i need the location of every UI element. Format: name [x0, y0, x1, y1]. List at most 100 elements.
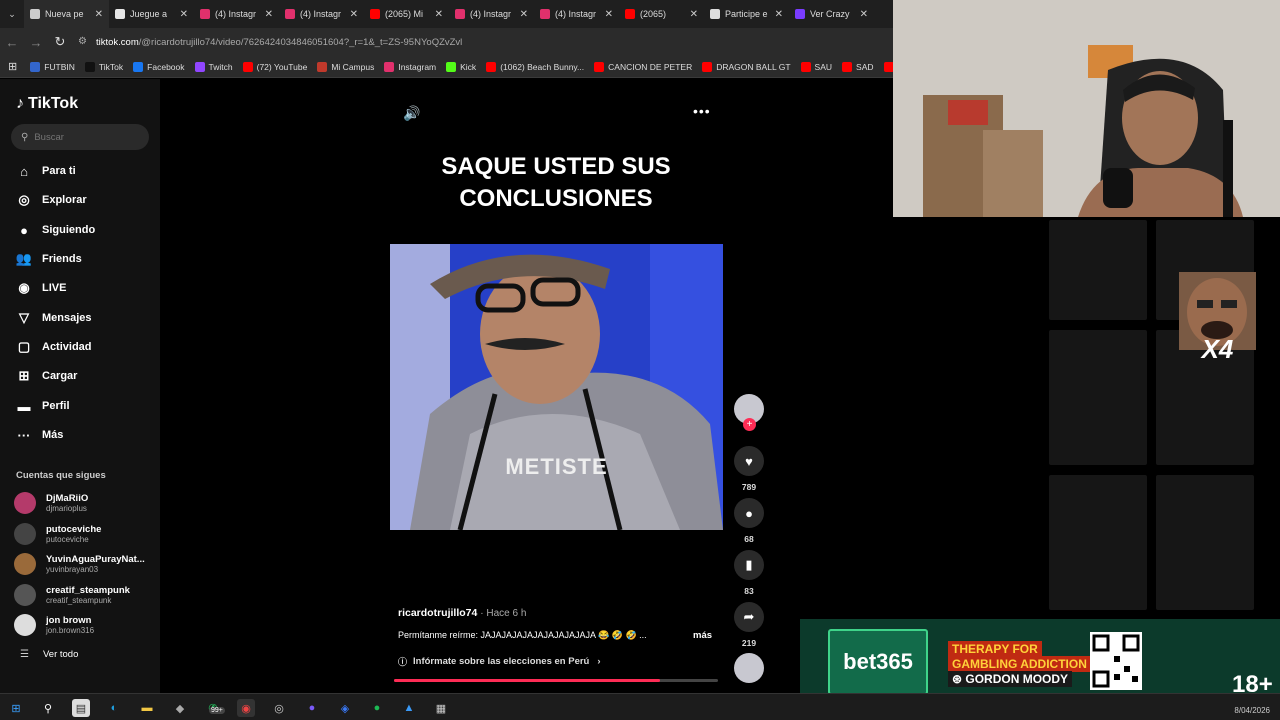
- url-path: /@ricardotrujillo74/video/76264240348460…: [138, 36, 463, 48]
- bookmark-item[interactable]: (72) YouTube: [238, 61, 313, 72]
- close-tab-icon[interactable]: ✕: [520, 9, 528, 20]
- sidebar-item-upload[interactable]: ⊞ Cargar: [14, 366, 78, 386]
- followed-account[interactable]: putoceviche putoceviche: [14, 523, 101, 545]
- browser-tab[interactable]: (4) Instagr ✕: [194, 0, 279, 28]
- app-icon[interactable]: ◆: [171, 699, 189, 717]
- tab-favicon-icon: [30, 9, 40, 19]
- sidebar-item-friends[interactable]: 👥 Friends: [14, 249, 82, 269]
- followed-account[interactable]: DjMaRiiO djmarioplus: [14, 492, 88, 514]
- tiktok-logo[interactable]: ♪ TikTok: [16, 95, 78, 113]
- bookmark-item[interactable]: Kick: [441, 61, 481, 72]
- sidebar-item-more[interactable]: ··· Más: [14, 425, 64, 445]
- more-description-link[interactable]: más: [693, 630, 712, 641]
- bookmark-label: (1062) Beach Bunny...: [500, 61, 585, 72]
- bookmark-item[interactable]: SAD: [837, 61, 878, 72]
- share-count: 219: [741, 638, 757, 648]
- tab-label: Ver Crazy: [810, 9, 850, 19]
- bookmark-item[interactable]: (1062) Beach Bunny...: [481, 61, 589, 72]
- author-name[interactable]: ricardotrujillo74: [398, 607, 477, 619]
- whatsapp-badge: 99+: [209, 707, 225, 714]
- followed-account[interactable]: YuvinAguaPurayNat... yuvinbrayan03: [14, 553, 145, 575]
- bookmark-item[interactable]: Mi Campus: [312, 61, 379, 72]
- bookmark-item[interactable]: TikTok: [80, 61, 128, 72]
- bookmark-item[interactable]: Twitch: [190, 61, 238, 72]
- forward-button[interactable]: →: [24, 28, 48, 56]
- search-input[interactable]: [34, 131, 135, 143]
- browser-tab[interactable]: (4) Instagr ✕: [449, 0, 534, 28]
- like-button[interactable]: ♥ 789: [734, 446, 764, 492]
- follow-plus-icon[interactable]: +: [743, 418, 756, 431]
- video-player[interactable]: METISTE: [390, 244, 723, 530]
- bookmark-item[interactable]: FUTBIN: [25, 61, 80, 72]
- sidebar-item-profile[interactable]: ▬ Perfil: [14, 396, 70, 416]
- browser-tab[interactable]: (2065) Mi ✕: [364, 0, 449, 28]
- sidebar-item-home[interactable]: ⌂ Para ti: [14, 161, 76, 181]
- browser-tab[interactable]: Participe e ✕: [704, 0, 789, 28]
- bookmark-icon: ▮: [734, 550, 764, 580]
- video-author[interactable]: ricardotrujillo74 · Hace 6 h: [398, 607, 526, 619]
- chrome-icon[interactable]: ◉: [237, 699, 255, 717]
- browser-tab[interactable]: (4) Instagr ✕: [534, 0, 619, 28]
- browser-tab[interactable]: Juegue a ✕: [109, 0, 194, 28]
- close-tab-icon[interactable]: ✕: [860, 9, 868, 20]
- apps-icon[interactable]: ⊞: [0, 60, 25, 73]
- spotify-icon[interactable]: ●: [368, 699, 386, 717]
- close-tab-icon[interactable]: ✕: [690, 9, 698, 20]
- sidebar-item-compass[interactable]: ◎ Explorar: [14, 190, 86, 210]
- sidebar-item-messages[interactable]: ▽ Mensajes: [14, 308, 92, 328]
- browser-tab[interactable]: Nueva pe ✕: [24, 0, 109, 28]
- account-name: YuvinAguaPurayNat...: [46, 554, 145, 565]
- search-box[interactable]: ⚲: [11, 124, 149, 150]
- calculator-icon[interactable]: ▦: [432, 699, 450, 717]
- back-button[interactable]: ←: [0, 28, 24, 56]
- followed-account[interactable]: creatif_steampunk creatif_steampunk: [14, 584, 130, 606]
- close-tab-icon[interactable]: ✕: [775, 9, 783, 20]
- bookmark-item[interactable]: SAU: [796, 61, 837, 72]
- video-progress-bar[interactable]: [394, 679, 718, 682]
- close-tab-icon[interactable]: ✕: [435, 9, 443, 20]
- obs-icon[interactable]: ◎: [270, 699, 288, 717]
- account-handle: jon.brown316: [46, 626, 95, 635]
- edge-icon[interactable]: ◐: [105, 699, 123, 717]
- share-button[interactable]: ➦ 219: [734, 602, 764, 648]
- browser-tab[interactable]: (4) Instagr ✕: [279, 0, 364, 28]
- comment-button[interactable]: ● 68: [734, 498, 764, 544]
- sidebar-item-following[interactable]: ● Siguiendo: [14, 220, 95, 240]
- sidebar-item-live[interactable]: ◉ LIVE: [14, 278, 66, 298]
- bookmark-label: Mi Campus: [331, 61, 375, 72]
- bookmark-item[interactable]: DRAGON BALL GT: [697, 61, 795, 72]
- volume-icon[interactable]: 🔊: [403, 105, 420, 122]
- bookmark-item[interactable]: Facebook: [128, 61, 189, 72]
- overlay-slot: [1049, 220, 1147, 320]
- close-tab-icon[interactable]: ✕: [180, 9, 188, 20]
- bookmark-item[interactable]: CANCION DE PETER: [589, 61, 697, 72]
- save-button[interactable]: ▮ 83: [734, 550, 764, 596]
- election-info-label: Infórmate sobre las elecciones en Perú: [413, 656, 590, 667]
- music-disc-button[interactable]: [734, 653, 764, 683]
- author-avatar-button[interactable]: +: [734, 394, 764, 431]
- messenger-icon[interactable]: ●: [303, 699, 321, 717]
- close-tab-icon[interactable]: ✕: [95, 9, 103, 20]
- bookmark-item[interactable]: Instagram: [379, 61, 441, 72]
- close-tab-icon[interactable]: ✕: [605, 9, 613, 20]
- messages-icon: ▽: [19, 310, 29, 325]
- close-tab-icon[interactable]: ✕: [350, 9, 358, 20]
- site-info-icon[interactable]: ⚙: [78, 36, 90, 48]
- browser-tab[interactable]: (2065) ✕: [619, 0, 704, 28]
- start-icon[interactable]: ⊞: [7, 699, 25, 717]
- app2-icon[interactable]: ◈: [336, 699, 354, 717]
- see-all-link[interactable]: ☰ Ver todo: [20, 649, 78, 660]
- followed-account[interactable]: jon brown jon.brown316: [14, 614, 94, 636]
- close-tab-icon[interactable]: ✕: [265, 9, 273, 20]
- reload-button[interactable]: ↻: [48, 28, 72, 56]
- sidebar-item-activity[interactable]: ▢ Actividad: [14, 337, 92, 357]
- folder-icon[interactable]: ▬: [138, 699, 156, 717]
- store-icon[interactable]: ▤: [72, 699, 90, 717]
- photos-icon[interactable]: ▲: [400, 699, 418, 717]
- url-field[interactable]: ⚙ tiktok.com/@ricardotrujillo74/video/76…: [78, 31, 889, 53]
- browser-tab[interactable]: Ver Crazy ✕: [789, 0, 874, 28]
- search-taskbar-icon[interactable]: ⚲: [39, 699, 57, 717]
- election-info-link[interactable]: ⓘ Infórmate sobre las elecciones en Perú…: [398, 655, 601, 668]
- tab-search-button[interactable]: ⌄: [0, 0, 24, 28]
- more-options-icon[interactable]: •••: [693, 103, 711, 119]
